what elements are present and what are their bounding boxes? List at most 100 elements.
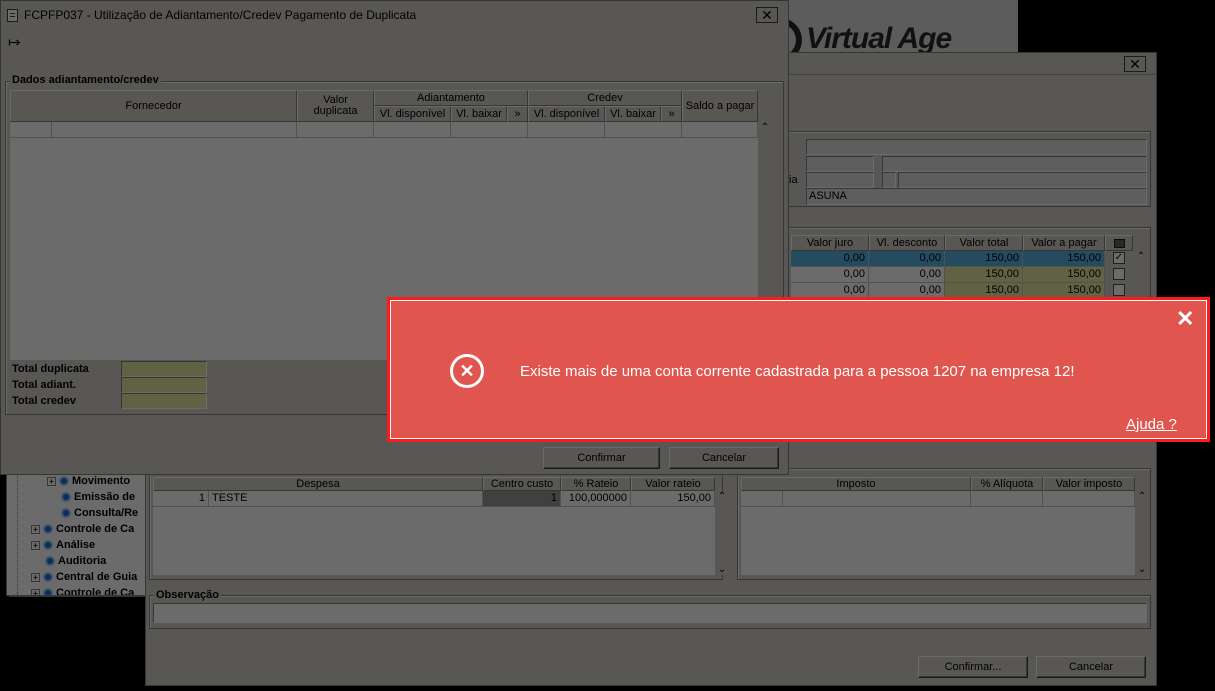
- dados-group-title: Dados adiantamento/credev: [10, 74, 161, 86]
- tree-item-controle-ca[interactable]: + Controle de Ca: [31, 523, 134, 535]
- expense-centro: 1: [483, 491, 561, 507]
- col-adiant-vl-baixar: Vl. baixar: [451, 106, 507, 122]
- expand-icon[interactable]: +: [31, 540, 40, 550]
- expense-blank-area: [153, 507, 715, 575]
- tree-item-label: Análise: [56, 539, 96, 551]
- close-icon: ✕: [1129, 56, 1141, 72]
- col-vl-desconto: Vl. desconto: [869, 235, 945, 251]
- node-icon: [61, 492, 71, 502]
- confirm-button[interactable]: Confirmar: [543, 447, 660, 469]
- col-valor-pagar: Valor a pagar: [1023, 235, 1105, 251]
- expand-icon[interactable]: +: [47, 476, 56, 486]
- dup-cell: 150,00: [945, 251, 1023, 267]
- tree-guide-line: [17, 473, 18, 595]
- cancel-button[interactable]: Cancelar: [669, 447, 779, 469]
- expense-valor: 150,00: [631, 491, 715, 507]
- node-icon: [61, 508, 71, 518]
- observacao-input[interactable]: [153, 603, 1147, 623]
- tax-blank-area: [741, 507, 1135, 575]
- expand-icon[interactable]: +: [31, 524, 40, 534]
- total-credev-field: [121, 393, 207, 409]
- grid-cell: [374, 122, 451, 138]
- tree-item-analise[interactable]: + Análise: [31, 539, 95, 551]
- dup-cell: 150,00: [1023, 267, 1105, 283]
- error-alert: ✕ ✕ Existe mais de uma conta corrente ca…: [387, 297, 1210, 442]
- alert-close-icon[interactable]: ✕: [1176, 308, 1194, 330]
- grid-cell: [451, 122, 528, 138]
- alert-help-link[interactable]: Ajuda ?: [1126, 416, 1177, 433]
- col-adiant-more[interactable]: »: [507, 106, 528, 122]
- expand-icon[interactable]: +: [31, 588, 40, 595]
- dup-row-checkbox[interactable]: ✓: [1113, 252, 1125, 264]
- node-icon: [43, 572, 53, 582]
- info-partial-label: ia: [789, 174, 798, 186]
- col-valor-imposto: Valor imposto: [1043, 477, 1135, 491]
- col-adiant-vl-disponivel: Vl. disponível: [374, 106, 451, 122]
- chevron-up-icon: ⌃: [717, 491, 727, 502]
- dup-cell: 0,00: [791, 251, 869, 267]
- bg-cancel-button[interactable]: Cancelar: [1036, 656, 1146, 678]
- dup-cell: 0,00: [869, 251, 945, 267]
- node-icon: [43, 588, 53, 595]
- col-credev-vl-baixar: Vl. baixar: [605, 106, 661, 122]
- col-adiantamento: Adiantamento: [374, 90, 528, 106]
- grid-cell: [52, 122, 297, 138]
- grid-cell: [528, 122, 605, 138]
- tree-item-auditoria[interactable]: Auditoria: [45, 555, 106, 567]
- tree-item-label: Movimento: [72, 475, 131, 487]
- total-adiant-field: [121, 377, 207, 393]
- tax-cell: [971, 491, 1043, 507]
- expense-scrollbar[interactable]: ⌃ ⌄: [715, 491, 729, 575]
- col-select-all[interactable]: [1105, 235, 1133, 251]
- dup-cell: 0,00: [869, 267, 945, 283]
- grid-cell: [605, 122, 682, 138]
- name-field-value: ASUNA: [809, 190, 847, 202]
- col-valor-total: Valor total: [945, 235, 1023, 251]
- grid-cell: [10, 122, 52, 138]
- dup-cell: 150,00: [1023, 251, 1105, 267]
- info-field-5: [882, 172, 896, 188]
- select-all-checkbox-icon: [1113, 238, 1125, 248]
- tree-item-label: Emissão de: [74, 491, 136, 503]
- bg-confirm-button[interactable]: Confirmar...: [918, 656, 1028, 678]
- expense-desc: TESTE: [209, 491, 483, 507]
- dup-cell: 0,00: [791, 267, 869, 283]
- col-centro-custo: Centro custo: [483, 477, 561, 491]
- tree-item-movimento[interactable]: + Movimento: [47, 475, 130, 487]
- dup-cell: 150,00: [945, 267, 1023, 283]
- chevron-up-icon: ⌃: [1136, 251, 1146, 262]
- tree-item-label: Consulta/Re: [74, 507, 139, 519]
- window-title-bar: FCPFP037 - Utilização de Adiantamento/Cr…: [1, 1, 788, 29]
- error-circle-icon: ✕: [450, 354, 484, 388]
- tree-area: + Movimento Emissão de Consulta/Re + Contr…: [6, 472, 146, 596]
- expand-icon[interactable]: +: [31, 572, 40, 582]
- chevron-down-icon: ⌄: [1137, 564, 1147, 575]
- tree-item-consulta[interactable]: Consulta/Re: [61, 507, 138, 519]
- dup-row-checkbox[interactable]: [1113, 268, 1125, 280]
- col-credev: Credev: [528, 90, 682, 106]
- info-field-2: [806, 156, 874, 172]
- exit-icon[interactable]: ↦: [8, 35, 21, 50]
- tree-item-label: Auditoria: [58, 555, 107, 567]
- tree-item-controle-ca-2[interactable]: + Controle de Ca: [31, 587, 135, 596]
- col-credev-more[interactable]: »: [661, 106, 682, 122]
- col-imposto: Imposto: [741, 477, 971, 491]
- tree-item-emissao[interactable]: Emissão de: [61, 491, 135, 503]
- close-button[interactable]: ✕: [756, 7, 778, 23]
- dup-row-checkbox[interactable]: [1113, 284, 1125, 296]
- total-duplicata-field: [121, 361, 207, 377]
- tax-scrollbar[interactable]: ⌃ ⌄: [1135, 491, 1149, 575]
- col-rateio: % Rateio: [561, 477, 631, 491]
- tree-item-label: Controle de Ca: [56, 587, 135, 596]
- chevron-up-icon: ⌃: [760, 122, 770, 133]
- col-credev-vl-disponivel: Vl. disponível: [528, 106, 605, 122]
- chevron-down-icon: ⌄: [717, 564, 727, 575]
- logo-panel: Virtual Age: [788, 0, 1018, 52]
- info-field-6: [898, 172, 1147, 188]
- background-close-button[interactable]: ✕: [1124, 56, 1146, 72]
- col-valor-rateio: Valor rateio: [631, 477, 715, 491]
- tree-item-central-guia[interactable]: + Central de Guia: [31, 571, 137, 583]
- node-icon: [45, 556, 55, 566]
- document-icon: [7, 8, 18, 22]
- name-field: ASUNA: [806, 188, 1147, 205]
